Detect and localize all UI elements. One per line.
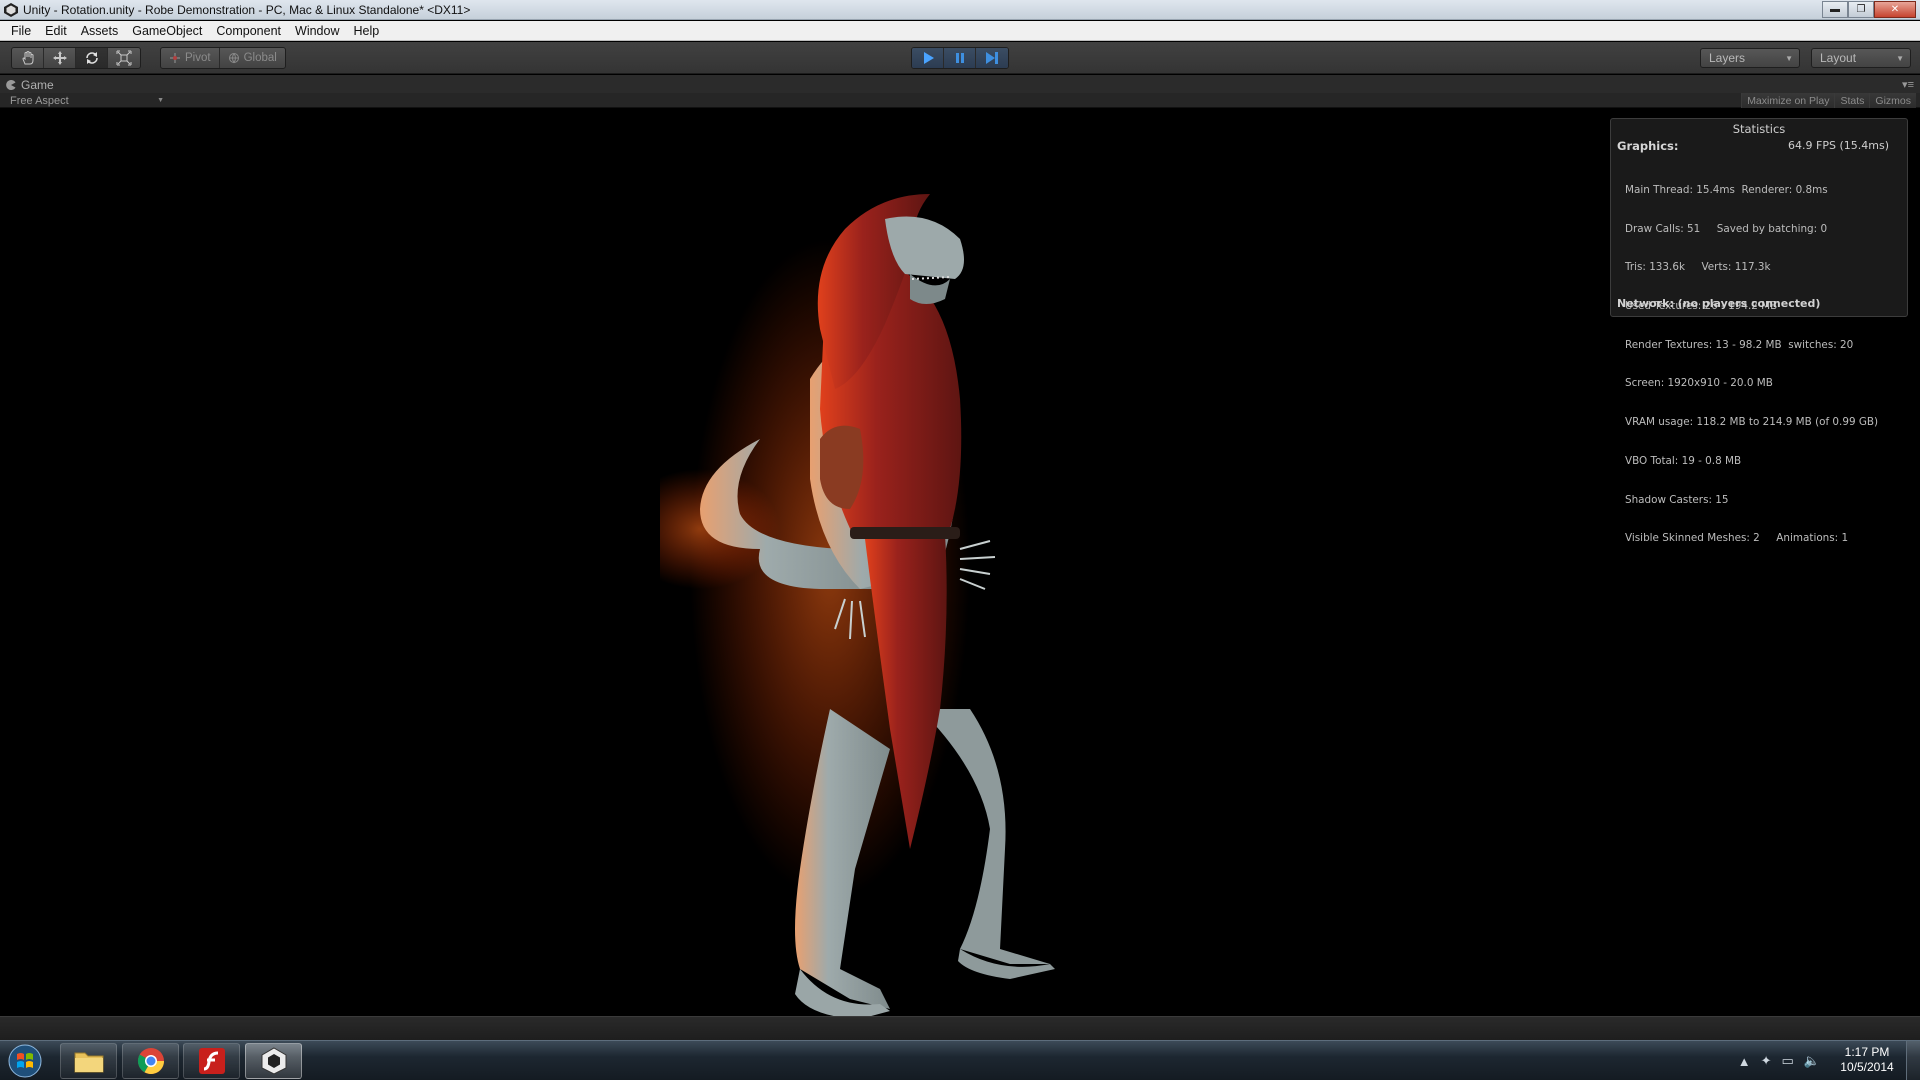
stat-line: VBO Total: 19 - 0.8 MB (1625, 454, 1742, 467)
maximize-on-play-toggle[interactable]: Maximize on Play (1741, 93, 1835, 108)
main-toolbar: Pivot Global Layers ▼ Layout ▼ (0, 42, 1920, 74)
show-hidden-icons-icon[interactable]: ▲ (1738, 1054, 1751, 1069)
window-title: Unity - Rotation.unity - Robe Demonstrat… (23, 2, 471, 17)
aspect-dropdown[interactable]: Free Aspect ▼ (10, 93, 164, 108)
play-icon (923, 52, 934, 64)
taskbar-explorer[interactable] (60, 1043, 117, 1079)
stat-line: Draw Calls: 51 Saved by batching: 0 (1625, 222, 1828, 235)
clock-date: 10/5/2014 (1840, 1060, 1894, 1074)
gizmos-dropdown[interactable]: Gizmos (1869, 93, 1916, 108)
stat-line: Tris: 133.6k Verts: 117.3k (1625, 261, 1771, 274)
rotate-icon (85, 52, 98, 64)
close-button[interactable]: ✕ (1874, 1, 1916, 18)
pause-button[interactable] (944, 48, 976, 68)
unity-icon (261, 1047, 286, 1075)
chevron-down-icon: ▼ (1785, 53, 1793, 63)
folder-icon (74, 1052, 103, 1073)
minimize-button[interactable]: ▬ (1822, 1, 1848, 18)
system-tray: ▲ ✦ ▭ 🔈 (1738, 1045, 1820, 1077)
stat-line: Render Textures: 13 - 98.2 MB switches: … (1625, 338, 1854, 351)
global-icon (228, 53, 239, 64)
pivot-label: Pivot (185, 52, 211, 64)
statistics-lines: Main Thread: 15.4ms Renderer: 0.8ms Draw… (1625, 158, 1878, 571)
menu-file[interactable]: File (4, 24, 38, 38)
layout-dropdown[interactable]: Layout ▼ (1811, 48, 1911, 68)
game-pacman-icon (6, 80, 16, 90)
taskbar-flash[interactable] (183, 1043, 240, 1079)
global-button[interactable]: Global (220, 48, 285, 68)
stats-toggle[interactable]: Stats (1834, 93, 1870, 108)
chrome-icon (137, 1048, 164, 1075)
windows-taskbar: ▲ ✦ ▭ 🔈 1:17 PM 10/5/2014 (0, 1040, 1920, 1080)
game-view-toolbar: Free Aspect ▼ Maximize on Play Stats Giz… (0, 93, 1920, 108)
volume-icon[interactable]: 🔈 (1804, 1053, 1820, 1069)
stat-line: Main Thread: 15.4ms Renderer: 0.8ms (1625, 183, 1828, 196)
tab-game-label: Game (21, 78, 54, 92)
transform-tools (11, 47, 141, 69)
lizard-robed-character-render (660, 194, 1055, 1016)
chevron-down-icon: ▼ (157, 97, 164, 104)
flash-icon (198, 1048, 225, 1074)
layers-dropdown[interactable]: Layers ▼ (1700, 48, 1800, 68)
hand-icon (21, 51, 33, 65)
clock-time: 1:17 PM (1844, 1045, 1890, 1059)
scale-tool-button[interactable] (108, 48, 140, 68)
step-button[interactable] (976, 48, 1008, 68)
move-tool-button[interactable] (44, 48, 76, 68)
menu-bar: File Edit Assets GameObject Component Wi… (0, 21, 1920, 41)
dropbox-icon[interactable]: ✦ (1761, 1053, 1772, 1069)
menu-edit[interactable]: Edit (38, 24, 74, 38)
pause-icon (955, 53, 964, 63)
fps-readout: 64.9 FPS (15.4ms) (1788, 139, 1889, 152)
pivot-icon (170, 53, 180, 63)
pivot-button[interactable]: Pivot (161, 48, 220, 68)
statistics-panel: Statistics Graphics: 64.9 FPS (15.4ms) M… (1610, 118, 1908, 544)
maximize-button[interactable]: ❐ (1848, 1, 1874, 18)
rotate-tool-button[interactable] (76, 48, 108, 68)
show-desktop-button[interactable] (1906, 1041, 1920, 1080)
scale-icon (116, 50, 132, 66)
chevron-down-icon: ▼ (1896, 53, 1904, 63)
unity-status-bar (0, 1016, 1920, 1040)
layers-label: Layers (1709, 51, 1746, 65)
game-tab-strip: Game ▾≡ (0, 75, 1920, 93)
play-button[interactable] (912, 48, 944, 68)
menu-assets[interactable]: Assets (74, 24, 126, 38)
global-label: Global (243, 52, 277, 64)
menu-window[interactable]: Window (288, 24, 346, 38)
playback-controls (911, 47, 1009, 69)
step-icon (986, 52, 998, 64)
graphics-label: Graphics: (1617, 139, 1679, 153)
pivot-global-toggle: Pivot Global (160, 47, 286, 69)
network-icon[interactable]: ▭ (1782, 1053, 1794, 1069)
tab-game[interactable]: Game (6, 77, 54, 93)
taskbar-clock[interactable]: 1:17 PM 10/5/2014 (1836, 1045, 1898, 1075)
stat-line: Shadow Casters: 15 (1625, 493, 1729, 506)
menu-component[interactable]: Component (209, 24, 288, 38)
stat-line: Screen: 1920x910 - 20.0 MB (1625, 377, 1773, 390)
aspect-label: Free Aspect (10, 94, 69, 107)
stat-line: Visible Skinned Meshes: 2 Animations: 1 (1625, 532, 1849, 545)
unity-app-icon (4, 2, 18, 17)
taskbar-unity[interactable] (245, 1043, 302, 1079)
taskbar-chrome[interactable] (122, 1043, 179, 1079)
window-titlebar[interactable]: Unity - Rotation.unity - Robe Demonstrat… (0, 0, 1920, 20)
menu-gameobject[interactable]: GameObject (125, 24, 209, 38)
menu-help[interactable]: Help (346, 24, 386, 38)
statistics-title: Statistics (1732, 122, 1786, 136)
move-arrows-icon (52, 51, 67, 65)
network-status: Network: (no players connected) (1617, 297, 1821, 310)
hand-tool-button[interactable] (12, 48, 44, 68)
layout-label: Layout (1820, 51, 1857, 65)
windows-start-orb-icon[interactable] (6, 1043, 44, 1079)
stat-line: VRAM usage: 118.2 MB to 214.9 MB (of 0.9… (1625, 416, 1879, 429)
tab-options-icon[interactable]: ▾≡ (1902, 78, 1914, 91)
